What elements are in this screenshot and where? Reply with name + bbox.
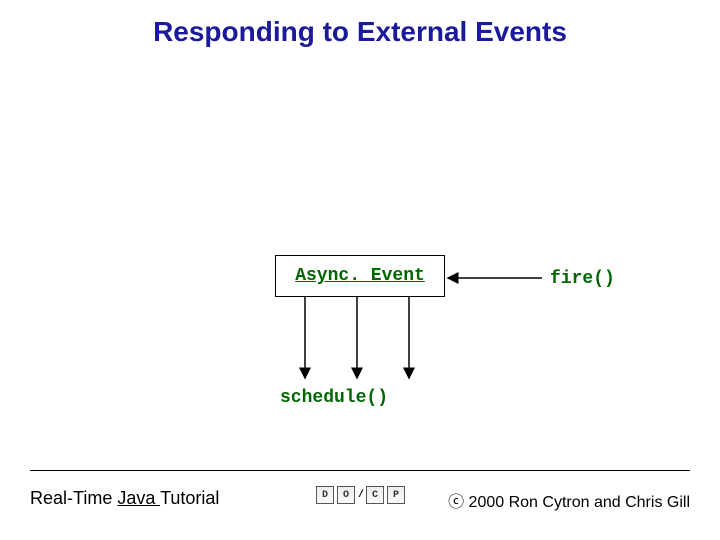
- logo-chip: C: [366, 486, 384, 504]
- footer-copyright: ⓒ 2000 Ron Cytron and Chris Gill: [448, 488, 690, 512]
- slide-title: Responding to External Events: [0, 16, 720, 48]
- logo-separator: /: [358, 490, 363, 501]
- logo-chip: P: [387, 486, 405, 504]
- footer-left-suffix: Tutorial: [160, 488, 219, 508]
- async-event-label: Async. Event: [295, 266, 425, 286]
- footer-left-prefix: Real-Time: [30, 488, 117, 508]
- fire-label: fire(): [550, 269, 615, 289]
- async-event-box: Async. Event: [275, 255, 445, 297]
- slide: Responding to External Events Async. Eve…: [0, 0, 720, 540]
- footer-left-underlined: Java: [117, 488, 160, 508]
- footer-divider: [30, 470, 690, 471]
- footer-logo: D O / C P: [316, 486, 405, 504]
- logo-chip: D: [316, 486, 334, 504]
- logo-chip: O: [337, 486, 355, 504]
- schedule-label: schedule(): [280, 388, 388, 408]
- footer-left: Real-Time Java Tutorial: [30, 488, 219, 509]
